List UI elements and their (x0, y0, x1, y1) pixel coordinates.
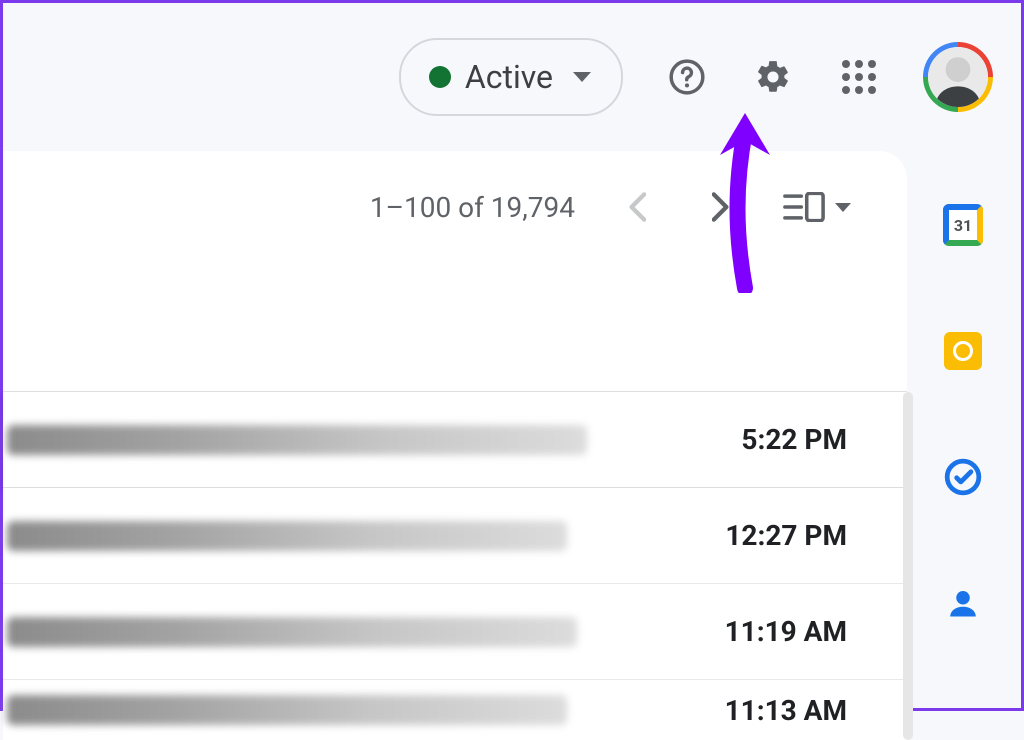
contacts-app-button[interactable] (943, 583, 983, 623)
email-row[interactable]: 11:13 AM (3, 680, 907, 740)
email-row[interactable]: 5:22 PM (3, 392, 907, 488)
gear-icon (754, 58, 792, 96)
email-subject-redacted (7, 425, 587, 455)
email-subject-redacted (7, 521, 567, 551)
newer-page-button[interactable] (615, 185, 659, 229)
email-time: 12:27 PM (725, 519, 847, 552)
calendar-app-button[interactable]: 31 (943, 205, 983, 245)
avatar-photo (928, 47, 988, 107)
calendar-icon: 31 (943, 204, 983, 246)
apps-grid-icon (842, 60, 876, 94)
contacts-icon (945, 585, 981, 621)
pagination-count: 1–100 of 19,794 (370, 191, 575, 224)
inbox-panel: 1–100 of 19,794 (3, 151, 907, 708)
tasks-icon (944, 458, 982, 496)
split-pane-icon (783, 192, 825, 222)
email-row[interactable]: 12:27 PM (3, 488, 907, 584)
chevron-left-icon (628, 192, 646, 222)
email-subject-redacted (7, 617, 577, 647)
chat-status-toggle[interactable]: Active (399, 38, 623, 116)
status-label: Active (465, 58, 553, 96)
app-header: Active (3, 3, 1021, 151)
toggle-split-pane-button[interactable] (783, 192, 851, 222)
chevron-down-icon (573, 72, 591, 82)
google-apps-button[interactable] (837, 55, 881, 99)
older-page-button[interactable] (699, 185, 743, 229)
email-time: 5:22 PM (741, 423, 847, 456)
email-time: 11:19 AM (725, 615, 847, 648)
email-time: 11:13 AM (725, 694, 847, 727)
settings-button[interactable] (751, 55, 795, 99)
tasks-app-button[interactable] (943, 457, 983, 497)
chevron-down-icon (835, 203, 851, 212)
email-subject-redacted (7, 695, 567, 725)
inbox-toolbar: 1–100 of 19,794 (3, 151, 907, 263)
chevron-right-icon (712, 192, 730, 222)
keep-app-button[interactable] (943, 331, 983, 371)
side-panel: 31 (908, 151, 1018, 708)
help-icon (668, 58, 706, 96)
support-button[interactable] (665, 55, 709, 99)
email-row[interactable]: 11:19 AM (3, 584, 907, 680)
email-list: 5:22 PM 12:27 PM 11:19 AM 11:13 AM (3, 391, 907, 740)
keep-icon (944, 332, 982, 370)
account-avatar[interactable] (923, 42, 993, 112)
status-dot-icon (429, 66, 451, 88)
